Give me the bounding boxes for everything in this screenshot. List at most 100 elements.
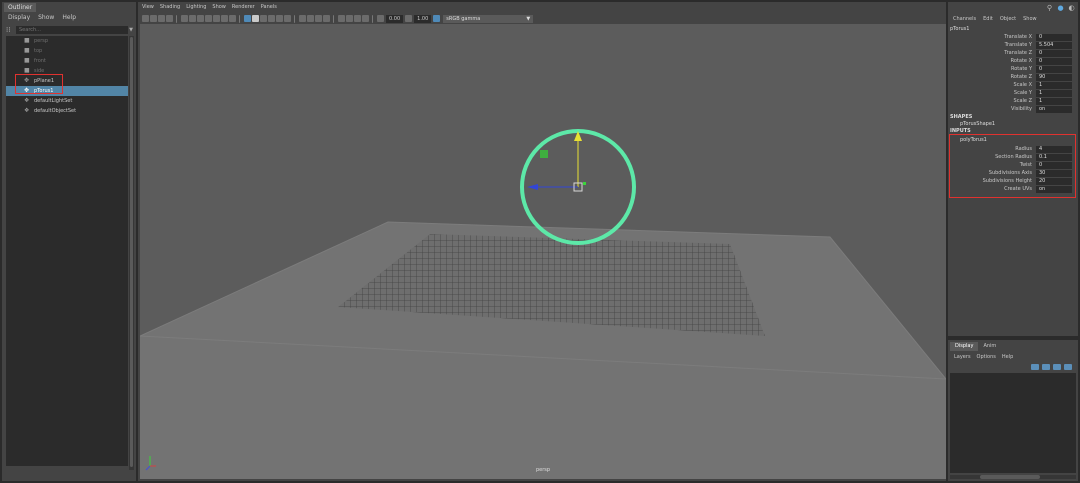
- attr-row[interactable]: Translate Y 5.504: [950, 41, 1076, 49]
- outliner-menu-show[interactable]: Show: [38, 13, 54, 23]
- outliner-menu-help[interactable]: Help: [62, 13, 76, 23]
- attr-row[interactable]: Visibility on: [950, 105, 1076, 113]
- channel-box-menu-channels[interactable]: Channels: [953, 15, 976, 24]
- attr-row[interactable]: Rotate Y0: [950, 65, 1076, 73]
- outliner-item-defaultobjectset[interactable]: ❖ defaultObjectSet: [6, 106, 128, 116]
- outliner-item-front[interactable]: ■ front: [6, 56, 128, 66]
- filter-icon[interactable]: ⁞⁞: [6, 26, 16, 34]
- move-layer-up-icon[interactable]: [1031, 364, 1039, 370]
- xray-icon[interactable]: [346, 15, 353, 22]
- attr-value[interactable]: 0: [1036, 49, 1072, 57]
- gamma-field[interactable]: 1.00: [414, 14, 432, 23]
- layer-editor-menubar: Layers Options Help: [954, 353, 1013, 361]
- toolbar-divider: [294, 14, 296, 23]
- viewport-menu-view[interactable]: View: [142, 3, 154, 12]
- textured-icon[interactable]: [268, 15, 275, 22]
- attr-value[interactable]: 0: [1036, 33, 1072, 41]
- default-material-icon[interactable]: [260, 15, 267, 22]
- xray-joints-icon[interactable]: [354, 15, 361, 22]
- attr-row[interactable]: Scale Z1: [950, 97, 1076, 105]
- attr-row[interactable]: Scale X1: [950, 81, 1076, 89]
- attr-row[interactable]: Rotate Z 90: [950, 73, 1076, 81]
- color-space-select[interactable]: sRGB gamma ▼: [443, 14, 534, 23]
- grid-icon[interactable]: [181, 15, 188, 22]
- depth-of-field-icon[interactable]: [323, 15, 330, 22]
- scrollbar-thumb[interactable]: [130, 37, 133, 467]
- anti-aliasing-icon[interactable]: [315, 15, 322, 22]
- isolate-select-icon[interactable]: [338, 15, 345, 22]
- channel-box-menu-edit[interactable]: Edit: [983, 15, 993, 24]
- attr-row[interactable]: Scale Y1: [950, 89, 1076, 97]
- attr-value[interactable]: 1: [1036, 81, 1072, 89]
- film-gate-icon[interactable]: [189, 15, 196, 22]
- new-layer-icon[interactable]: [1053, 364, 1061, 370]
- exposure-field[interactable]: 0.00: [386, 14, 404, 23]
- resolution-gate-icon[interactable]: [197, 15, 204, 22]
- ambient-occlusion-icon[interactable]: [299, 15, 306, 22]
- wireframe-icon[interactable]: [244, 15, 251, 22]
- attr-value[interactable]: 5.504: [1036, 41, 1072, 49]
- attr-value[interactable]: 1: [1036, 89, 1072, 97]
- viewport-menu-lighting[interactable]: Lighting: [186, 3, 206, 12]
- viewport-menu-show[interactable]: Show: [212, 3, 226, 12]
- attr-value[interactable]: 90: [1036, 73, 1072, 81]
- move-layer-down-icon[interactable]: [1042, 364, 1050, 370]
- scrollbar-thumb[interactable]: [980, 475, 1040, 479]
- attr-value[interactable]: 1: [1036, 97, 1072, 105]
- attribute-editor-icon[interactable]: ●: [1056, 4, 1065, 13]
- manipulator-x-arrow[interactable]: [527, 184, 538, 190]
- outliner-item-defaultlightset[interactable]: ❖ defaultLightSet: [6, 96, 128, 106]
- attr-row[interactable]: Translate Z0: [950, 49, 1076, 57]
- outliner-search-input[interactable]: [16, 26, 128, 34]
- viewport-menu-panels[interactable]: Panels: [261, 3, 277, 12]
- pin-icon[interactable]: ⚲: [1045, 4, 1054, 13]
- channel-box-menu-object[interactable]: Object: [1000, 15, 1016, 24]
- field-chart-icon[interactable]: [213, 15, 220, 22]
- attr-value[interactable]: 0: [1036, 57, 1072, 65]
- outliner-scrollbar[interactable]: [129, 36, 134, 470]
- layer-list[interactable]: [950, 373, 1076, 473]
- layer-menu-options[interactable]: Options: [977, 353, 996, 361]
- image-plane-icon[interactable]: [166, 15, 173, 22]
- outliner-tab[interactable]: Outliner: [4, 3, 37, 12]
- lights-icon[interactable]: [276, 15, 283, 22]
- color-management-icon[interactable]: [433, 15, 441, 22]
- smooth-shade-icon[interactable]: [252, 15, 259, 22]
- attr-value[interactable]: on: [1036, 105, 1072, 113]
- safe-title-icon[interactable]: [229, 15, 236, 22]
- selected-node-name[interactable]: pTorus1: [950, 26, 969, 32]
- manipulator-plane-handle[interactable]: [540, 150, 548, 158]
- attr-row[interactable]: Translate X0: [950, 33, 1076, 41]
- manipulator-z-handle[interactable]: [583, 182, 586, 185]
- safe-action-icon[interactable]: [221, 15, 228, 22]
- outliner-menu-display[interactable]: Display: [8, 13, 30, 23]
- tab-anim[interactable]: Anim: [978, 342, 1001, 351]
- viewport-menubar: View Shading Lighting Show Renderer Pane…: [138, 3, 277, 12]
- tool-settings-icon[interactable]: ◐: [1067, 4, 1076, 13]
- viewport-menu-renderer[interactable]: Renderer: [232, 3, 255, 12]
- outliner-item-top[interactable]: ■ top: [6, 46, 128, 56]
- outliner-item-persp[interactable]: ■ persp: [6, 36, 128, 46]
- viewport-menu-shading[interactable]: Shading: [160, 3, 180, 12]
- shadows-icon[interactable]: [284, 15, 291, 22]
- layer-menu-layers[interactable]: Layers: [954, 353, 971, 361]
- select-camera-icon[interactable]: [142, 15, 149, 22]
- tab-display[interactable]: Display: [950, 342, 979, 351]
- bookmark-icon[interactable]: [158, 15, 165, 22]
- xray-components-icon[interactable]: [362, 15, 369, 22]
- shape-node-name[interactable]: pTorusShape1: [950, 121, 1076, 127]
- channel-box-menu-show[interactable]: Show: [1023, 15, 1037, 24]
- viewport-3d[interactable]: persp: [140, 24, 946, 479]
- camera-attributes-icon[interactable]: [150, 15, 157, 22]
- attr-value[interactable]: 0: [1036, 65, 1072, 73]
- chevron-down-icon[interactable]: ▼: [128, 27, 134, 33]
- attr-row[interactable]: Rotate X0: [950, 57, 1076, 65]
- set-icon: ❖: [24, 107, 30, 114]
- layer-menu-help[interactable]: Help: [1002, 353, 1013, 361]
- layer-scrollbar[interactable]: [950, 475, 1076, 479]
- exposure-icon[interactable]: [377, 15, 384, 22]
- new-layer-selected-icon[interactable]: [1064, 364, 1072, 370]
- gamma-icon[interactable]: [405, 15, 413, 22]
- gate-mask-icon[interactable]: [205, 15, 212, 22]
- motion-blur-icon[interactable]: [307, 15, 314, 22]
